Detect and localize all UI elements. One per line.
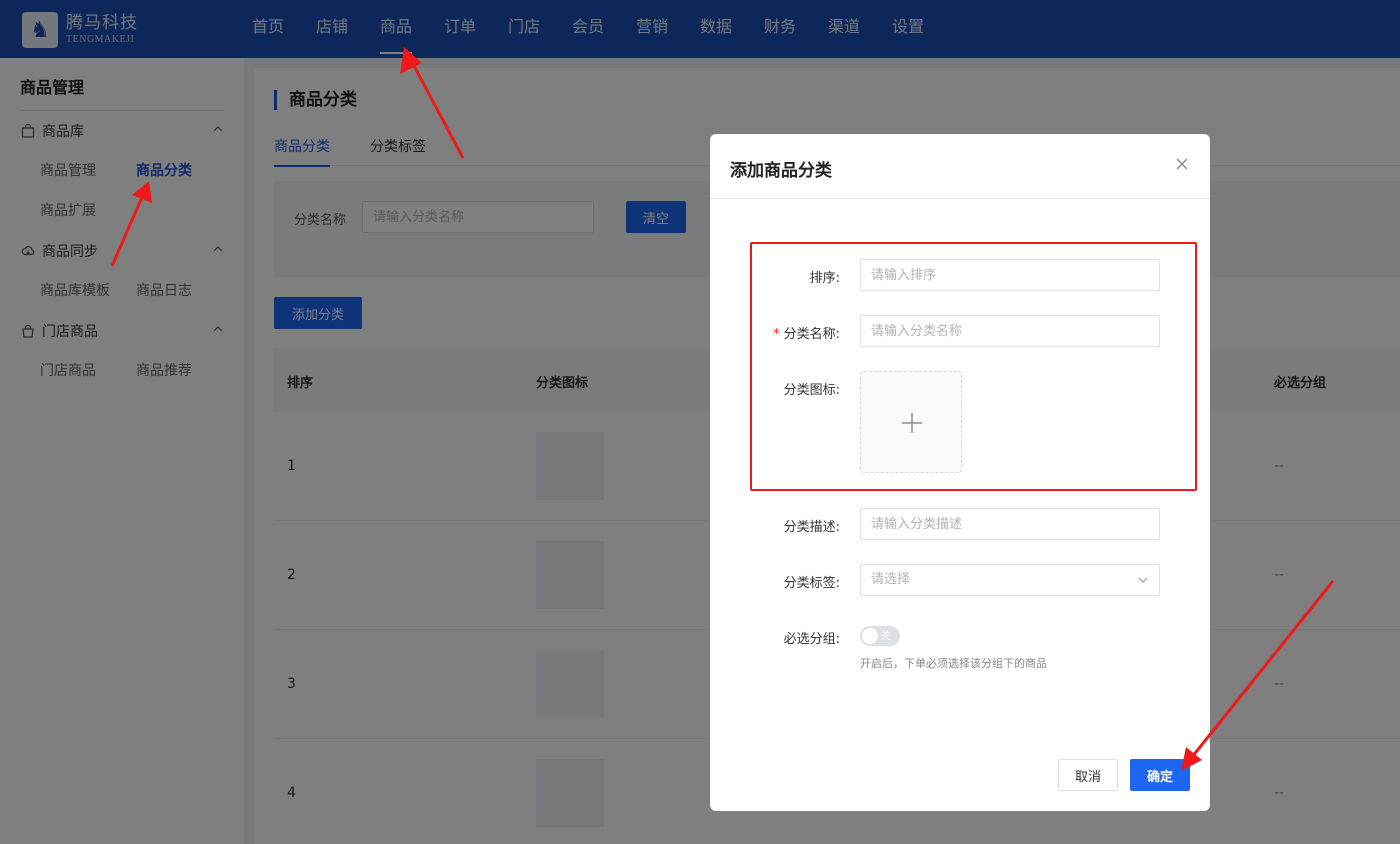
category-icon-field-label: 分类图标: <box>783 383 840 398</box>
plus-icon <box>902 413 922 433</box>
required-mark: * <box>773 327 780 342</box>
toggle-knob <box>862 628 878 644</box>
confirm-button[interactable]: 确定 <box>1130 759 1190 791</box>
required-group-field-label: 必选分组: <box>783 632 840 647</box>
add-category-dialog: 添加商品分类 排序: *分类名称: 分类图标: 分类描述: 分类标签: 请选择 … <box>710 134 1210 811</box>
category-name-input[interactable] <box>860 315 1160 347</box>
chevron-down-icon <box>1138 577 1148 583</box>
category-desc-input[interactable] <box>860 508 1160 540</box>
close-icon[interactable] <box>1172 154 1192 174</box>
sort-input[interactable] <box>860 259 1160 291</box>
icon-upload-area[interactable] <box>860 371 962 473</box>
category-name-label-text: 分类名称: <box>783 327 840 342</box>
category-tag-field-label: 分类标签: <box>783 576 840 591</box>
required-group-hint: 开启后，下单必须选择该分组下的商品 <box>860 657 1047 670</box>
dialog-divider <box>710 198 1210 199</box>
category-name-field-label: * 分类名称: <box>710 323 840 342</box>
dialog-title: 添加商品分类 <box>730 161 832 181</box>
select-placeholder: 请选择 <box>871 572 911 587</box>
cancel-button[interactable]: 取消 <box>1058 759 1118 791</box>
toggle-state-text: 关 <box>880 629 891 642</box>
category-desc-field-label: 分类描述: <box>783 520 840 535</box>
required-group-toggle[interactable]: 关 <box>860 626 900 646</box>
sort-field-label: 排序: <box>809 271 840 286</box>
category-tag-select[interactable]: 请选择 <box>860 564 1160 596</box>
